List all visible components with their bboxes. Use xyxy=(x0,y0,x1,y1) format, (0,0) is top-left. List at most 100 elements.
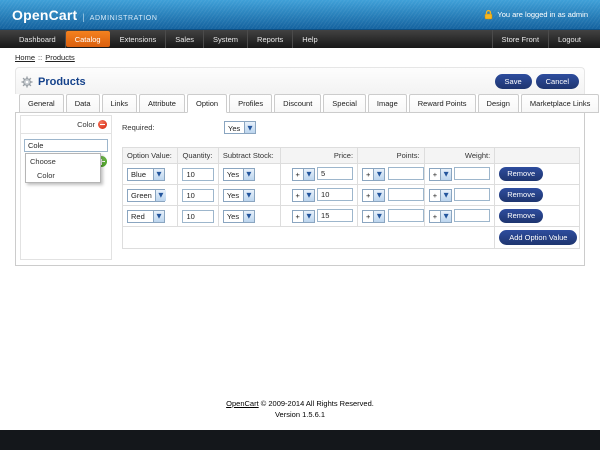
weight-prefix-select[interactable]: + ▼ xyxy=(428,167,453,181)
tab-data[interactable]: Data xyxy=(65,94,100,113)
points-prefix-select[interactable]: + ▼ xyxy=(362,188,386,202)
tab-discount[interactable]: Discount xyxy=(274,94,322,113)
option-value-select[interactable]: Green ▼ xyxy=(127,188,166,202)
required-select[interactable]: Yes ▼ xyxy=(224,121,256,134)
price-input[interactable] xyxy=(317,167,354,181)
required-label: Required: xyxy=(122,123,155,132)
nav-item-sales[interactable]: Sales xyxy=(166,30,205,48)
chevron-down-icon: ▼ xyxy=(440,168,452,180)
subtract-stock-select[interactable]: Yes ▼ xyxy=(222,188,255,202)
points-input[interactable] xyxy=(387,209,424,223)
autocomplete-item-color[interactable]: Color xyxy=(26,168,100,182)
tab-marketplace-links[interactable]: Marketplace Links xyxy=(520,94,600,113)
price-prefix-select[interactable]: + ▼ xyxy=(291,209,315,223)
chevron-down-icon: ▼ xyxy=(242,189,254,201)
admin-page: OpenCart | ADMINISTRATION You are logged… xyxy=(0,0,600,430)
price-prefix-value: + xyxy=(295,191,300,201)
nav-logout[interactable]: Logout xyxy=(549,30,590,48)
tab-profiles[interactable]: Profiles xyxy=(229,94,273,113)
breadcrumb-separator: :: xyxy=(38,53,43,62)
remove-button[interactable]: Remove xyxy=(499,209,544,223)
option-sidebar: Color Choose Color xyxy=(20,115,112,260)
breadcrumb-products-link[interactable]: Products xyxy=(45,53,75,62)
col-header-subtract-stock: Subtract Stock: xyxy=(217,147,282,164)
footer-opencart-link[interactable]: OpenCart xyxy=(226,399,259,408)
remove-button[interactable]: Remove xyxy=(499,188,544,202)
option-value-select[interactable]: Blue ▼ xyxy=(127,167,165,181)
chevron-down-icon: ▼ xyxy=(153,168,164,180)
lock-icon xyxy=(484,9,493,20)
tab-design[interactable]: Design xyxy=(477,94,519,113)
weight-prefix-select[interactable]: + ▼ xyxy=(428,209,453,223)
footer-version: Version 1.5.6.1 xyxy=(274,410,326,420)
option-value-select[interactable]: Red ▼ xyxy=(127,209,165,223)
nav-item-dashboard[interactable]: Dashboard xyxy=(10,30,66,48)
option-main: Required: Yes ▼ Option Value: Quantity: … xyxy=(121,115,580,249)
price-prefix-select[interactable]: + ▼ xyxy=(291,167,315,181)
brand-name: OpenCart xyxy=(12,6,78,23)
save-button[interactable]: Save xyxy=(494,74,532,89)
chevron-down-icon: ▼ xyxy=(440,189,452,201)
weight-prefix-value: + xyxy=(432,212,438,222)
cancel-button[interactable]: Cancel xyxy=(535,74,579,89)
points-input[interactable] xyxy=(387,167,424,181)
option-input-row xyxy=(21,134,111,154)
option-autocomplete-input[interactable] xyxy=(24,139,108,152)
autocomplete-group-choose: Choose xyxy=(30,156,56,166)
tab-attribute[interactable]: Attribute xyxy=(139,94,185,113)
nav-store-front[interactable]: Store Front xyxy=(491,30,550,48)
weight-prefix-select[interactable]: + ▼ xyxy=(428,188,453,202)
quantity-input[interactable] xyxy=(182,188,215,202)
points-prefix-select[interactable]: + ▼ xyxy=(362,209,386,223)
subtract-stock-select[interactable]: Yes ▼ xyxy=(222,167,255,181)
quantity-input[interactable] xyxy=(182,167,215,181)
price-input[interactable] xyxy=(317,209,354,223)
price-prefix-select[interactable]: + ▼ xyxy=(291,188,315,202)
panel-heading: Products Save Cancel xyxy=(15,67,585,94)
nav-item-extensions[interactable]: Extensions xyxy=(111,30,167,48)
nav-item-reports[interactable]: Reports xyxy=(248,30,294,48)
option-value-select-value: Green xyxy=(131,191,152,200)
products-gear-icon xyxy=(21,76,33,88)
price-input[interactable] xyxy=(317,188,354,202)
option-row-blue: Blue ▼ Yes ▼ xyxy=(121,163,580,185)
points-prefix-select[interactable]: + ▼ xyxy=(362,167,386,181)
add-option-value-button[interactable]: Add Option Value xyxy=(499,230,578,245)
points-prefix-value: + xyxy=(366,212,371,222)
option-value-select-value: Red xyxy=(131,212,145,221)
weight-input[interactable] xyxy=(454,209,491,223)
option-table-footer-row: Add Option Value xyxy=(121,226,580,249)
nav-item-system[interactable]: System xyxy=(204,30,249,48)
tab-general[interactable]: General xyxy=(19,94,64,113)
selected-option-row: Color xyxy=(21,116,111,134)
nav-item-help[interactable]: Help xyxy=(293,30,326,48)
quantity-input[interactable] xyxy=(182,209,215,223)
subtract-stock-select[interactable]: Yes ▼ xyxy=(222,209,255,223)
option-tab-content: Color Choose Color Required: xyxy=(15,113,585,266)
tab-links[interactable]: Links xyxy=(101,94,138,113)
weight-input[interactable] xyxy=(454,188,491,202)
tab-reward-points[interactable]: Reward Points xyxy=(408,94,476,113)
chevron-down-icon: ▼ xyxy=(440,210,452,222)
price-prefix-value: + xyxy=(295,212,300,222)
remove-option-icon[interactable] xyxy=(98,120,107,129)
footer-empty-cell xyxy=(121,226,496,249)
tab-special[interactable]: Special xyxy=(323,94,366,113)
points-input[interactable] xyxy=(387,188,424,202)
subtract-stock-select-value: Yes xyxy=(226,170,240,179)
tab-option[interactable]: Option xyxy=(186,94,228,113)
nav-bar: Dashboard Catalog Extensions Sales Syste… xyxy=(0,30,600,48)
login-status-text: You are logged in as admin xyxy=(497,10,588,19)
col-header-price: Price: xyxy=(280,147,359,164)
tab-image[interactable]: Image xyxy=(367,94,407,113)
remove-button[interactable]: Remove xyxy=(499,167,544,181)
selected-option-label: Color xyxy=(77,120,95,129)
weight-prefix-value: + xyxy=(432,191,438,201)
login-status: You are logged in as admin xyxy=(484,9,588,20)
required-select-value: Yes xyxy=(228,123,241,133)
chevron-down-icon: ▼ xyxy=(242,168,254,180)
nav-item-catalog[interactable]: Catalog xyxy=(65,31,110,47)
breadcrumb-home-link[interactable]: Home xyxy=(15,53,35,62)
chevron-down-icon: ▼ xyxy=(302,168,314,180)
weight-input[interactable] xyxy=(454,167,491,181)
